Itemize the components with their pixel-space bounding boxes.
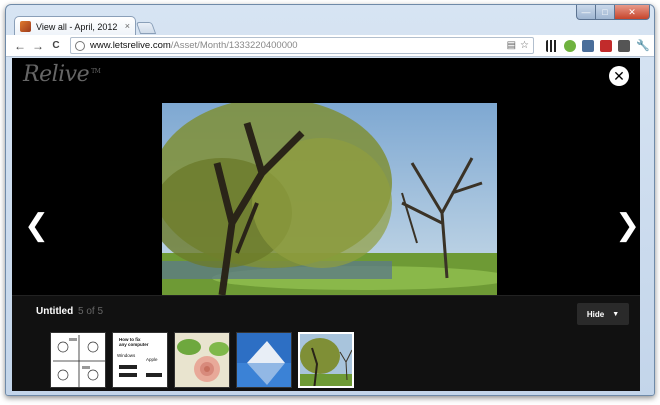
photo-viewer: Relive TM ✕ ❮ ❯ Untitled 5 of 5 Hide ▼ H… bbox=[12, 58, 640, 391]
leaf-extension-icon[interactable] bbox=[564, 39, 576, 52]
main-photo bbox=[162, 103, 497, 295]
monitor-extension-icon[interactable] bbox=[582, 39, 594, 52]
qr-code-icon[interactable] bbox=[546, 39, 558, 52]
url-host: www.letsrelive.com bbox=[90, 40, 171, 51]
hide-label: Hide bbox=[586, 309, 605, 319]
address-bar[interactable]: www.letsrelive.com /Asset/Month/13332204… bbox=[70, 37, 534, 54]
flowchart-apple: Apple bbox=[146, 357, 158, 362]
page-icon[interactable]: ▤ bbox=[507, 40, 516, 51]
photo-counter: 5 of 5 bbox=[78, 306, 104, 317]
tab-close-icon[interactable]: × bbox=[125, 22, 130, 31]
tab-title: View all - April, 2012 bbox=[36, 21, 118, 32]
hide-button[interactable]: Hide ▼ bbox=[577, 303, 629, 325]
thumbnail-willow[interactable] bbox=[298, 332, 354, 388]
thumbnail-flowchart[interactable]: How to fix any computer Windows Apple bbox=[112, 332, 168, 388]
close-viewer-icon[interactable]: ✕ bbox=[609, 66, 629, 86]
forward-button[interactable]: → bbox=[30, 38, 46, 54]
maximize-button[interactable]: □ bbox=[595, 5, 615, 20]
extension-icons: 🔧 bbox=[540, 39, 650, 52]
relive-logo: Relive TM bbox=[23, 62, 101, 87]
next-photo-arrow-icon[interactable]: ❯ bbox=[615, 211, 640, 241]
tab-strip: View all - April, 2012 × — □ ✕ bbox=[6, 5, 654, 36]
close-window-button[interactable]: ✕ bbox=[614, 5, 650, 20]
flowchart-windows: Windows bbox=[117, 353, 136, 358]
thumbnail-rose[interactable] bbox=[174, 332, 230, 388]
new-tab-button[interactable] bbox=[135, 22, 157, 34]
red-book-icon[interactable] bbox=[600, 39, 612, 52]
thumbnail-comic[interactable] bbox=[50, 332, 106, 388]
browser-toolbar: ← → C www.letsrelive.com /Asset/Month/13… bbox=[6, 35, 654, 57]
photo-title: Untitled bbox=[36, 306, 74, 317]
page-extension-icon[interactable] bbox=[618, 39, 630, 52]
back-button[interactable]: ← bbox=[12, 38, 28, 54]
photo-info-bar: Untitled 5 of 5 Hide ▼ How to fix any co… bbox=[12, 295, 640, 391]
star-icon[interactable]: ☆ bbox=[520, 40, 529, 51]
minimize-button[interactable]: — bbox=[576, 5, 596, 20]
previous-photo-arrow-icon[interactable]: ❮ bbox=[24, 211, 49, 241]
tab-view-all[interactable]: View all - April, 2012 × bbox=[14, 16, 136, 36]
thumbnail-mountain[interactable] bbox=[236, 332, 292, 388]
flowchart-title-line2: any computer bbox=[119, 342, 149, 347]
caret-down-icon: ▼ bbox=[612, 310, 620, 318]
browser-window: View all - April, 2012 × — □ ✕ ← → C www… bbox=[5, 4, 655, 396]
favicon-icon bbox=[20, 21, 31, 32]
globe-icon bbox=[75, 40, 85, 51]
wrench-icon[interactable]: 🔧 bbox=[636, 40, 650, 52]
thumbnail-strip: How to fix any computer Windows Apple bbox=[50, 332, 360, 388]
url-path: /Asset/Month/1333220400000 bbox=[170, 40, 298, 51]
window-controls: — □ ✕ bbox=[576, 5, 650, 20]
reload-button[interactable]: C bbox=[48, 38, 64, 54]
